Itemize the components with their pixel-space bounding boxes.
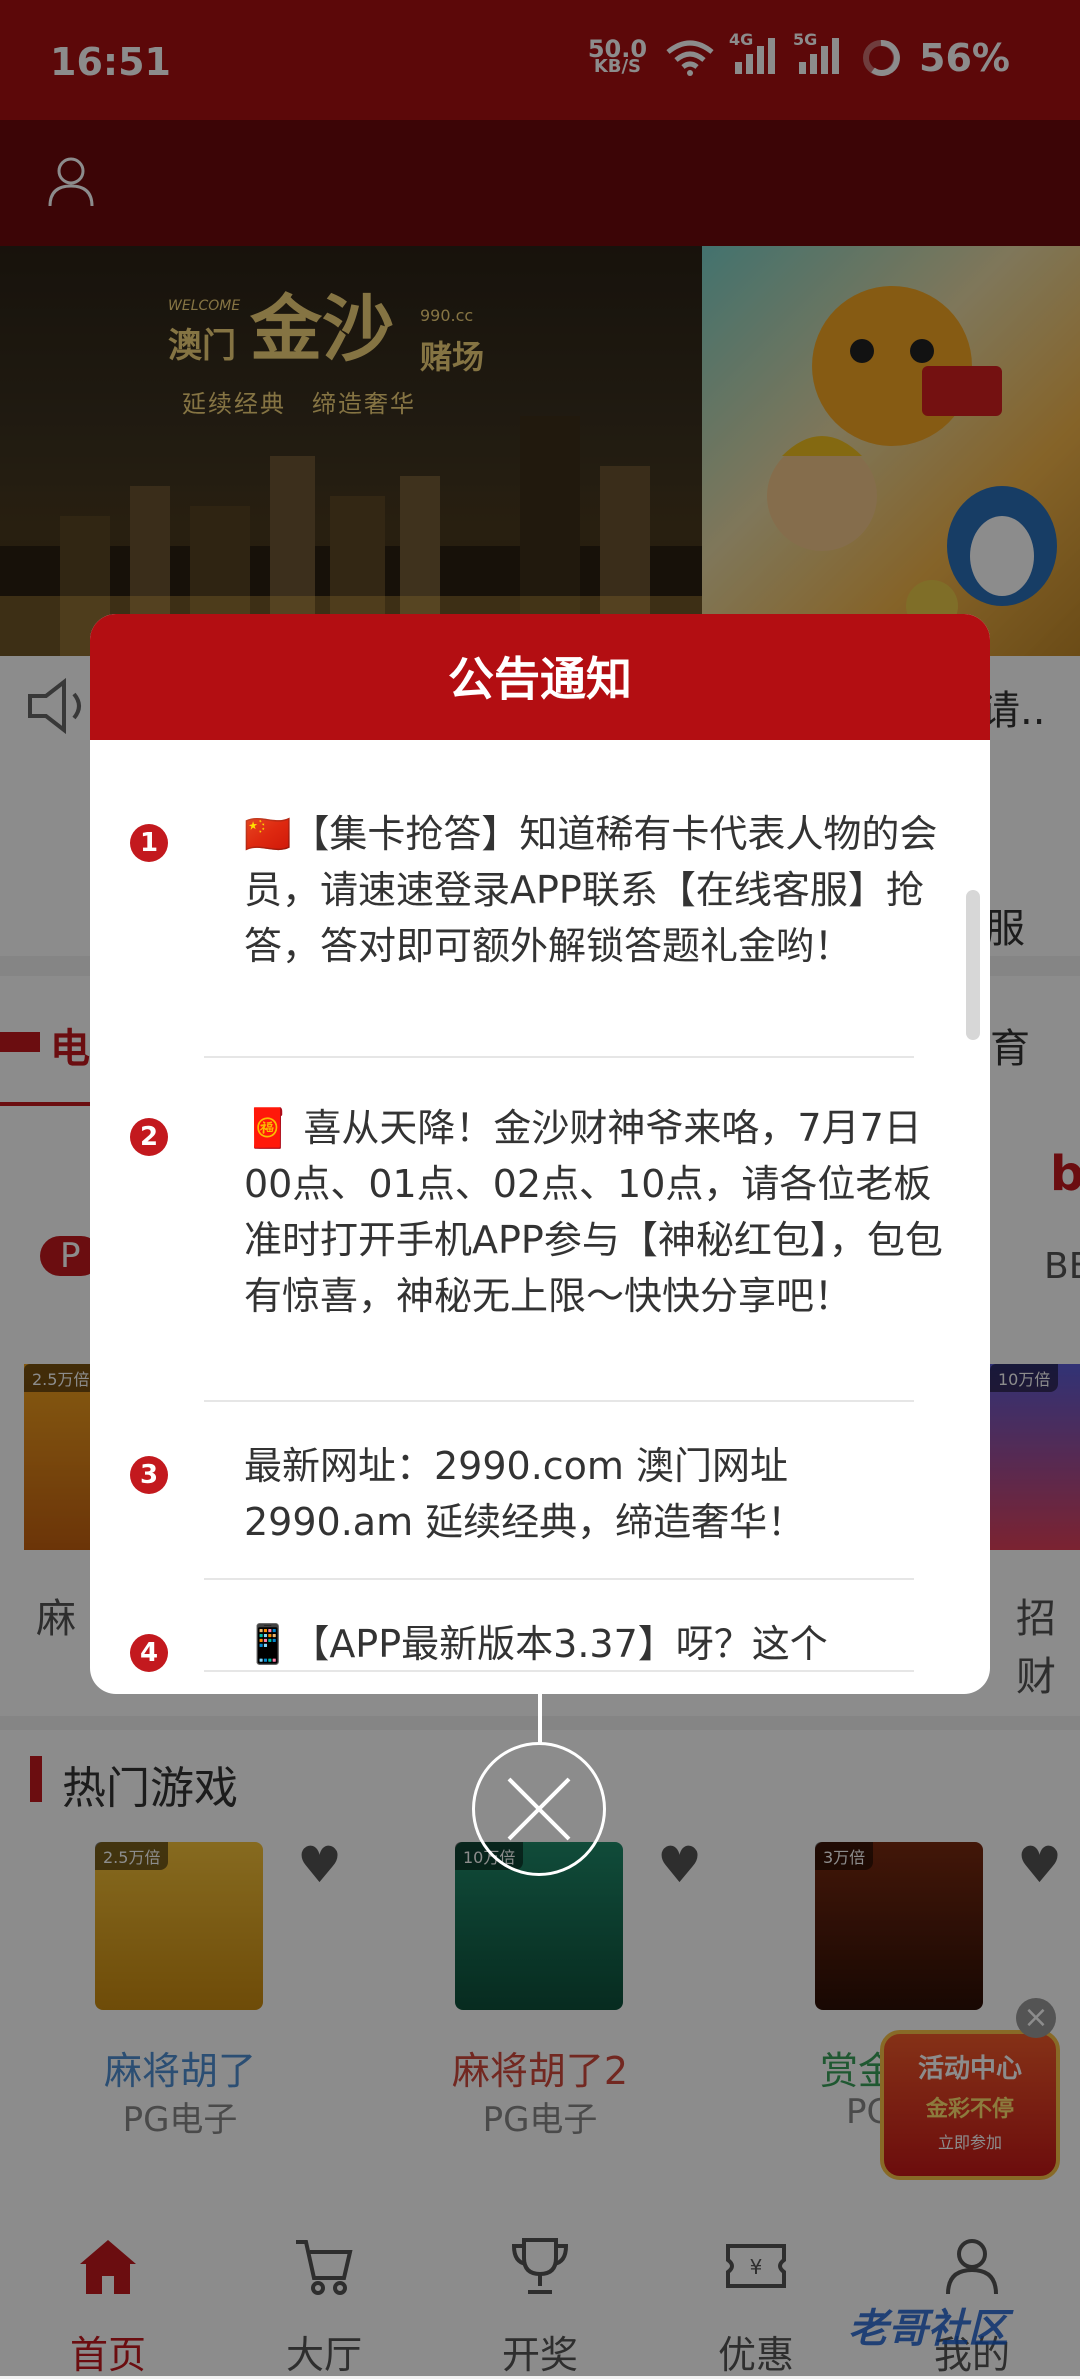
item-number: 2 xyxy=(130,1118,168,1156)
item-divider xyxy=(204,1578,914,1580)
item-divider xyxy=(204,1400,914,1402)
item-divider xyxy=(204,1056,914,1058)
close-button[interactable] xyxy=(472,1742,606,1876)
item-number: 4 xyxy=(130,1634,168,1672)
item-text: 最新网址：2990.com 澳门网址2990.am 延续经典，缔造奢华！ xyxy=(244,1444,806,1544)
item-text: 🧧 喜从天降！金沙财神爷来咯，7月7日00点、01点、02点、10点，请各位老板… xyxy=(244,1106,943,1318)
announcement-items: 2 🧧 喜从天降！金沙财神爷来咯，7月7日00点、01点、02点、10点，请各位… xyxy=(90,740,990,1694)
item-text: 📱【APP最新版本3.37】呀？这个 xyxy=(244,1622,828,1666)
close-icon xyxy=(507,1777,571,1841)
dialog-title: 公告通知 xyxy=(90,614,990,740)
close-connector xyxy=(538,1694,542,1744)
item-number: 3 xyxy=(130,1456,168,1494)
